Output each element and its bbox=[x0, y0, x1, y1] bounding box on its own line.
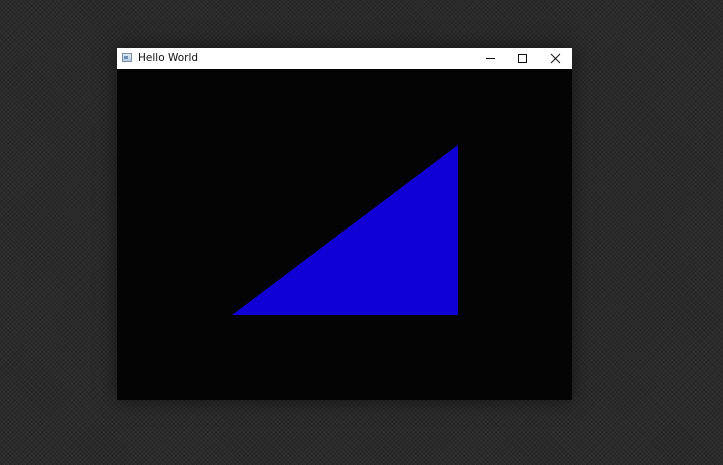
app-window: Hello World bbox=[117, 48, 572, 400]
maximize-icon bbox=[518, 54, 527, 63]
maximize-button[interactable] bbox=[506, 48, 538, 69]
minimize-icon bbox=[486, 58, 495, 59]
blue-triangle bbox=[232, 145, 458, 315]
title-bar[interactable]: Hello World bbox=[117, 48, 572, 69]
render-canvas[interactable] bbox=[117, 69, 572, 400]
minimize-button[interactable] bbox=[474, 48, 506, 69]
app-window-icon bbox=[122, 53, 132, 62]
close-icon bbox=[550, 53, 561, 64]
window-title: Hello World bbox=[138, 52, 199, 64]
render-canvas-svg bbox=[232, 145, 458, 315]
close-button[interactable] bbox=[539, 48, 571, 69]
